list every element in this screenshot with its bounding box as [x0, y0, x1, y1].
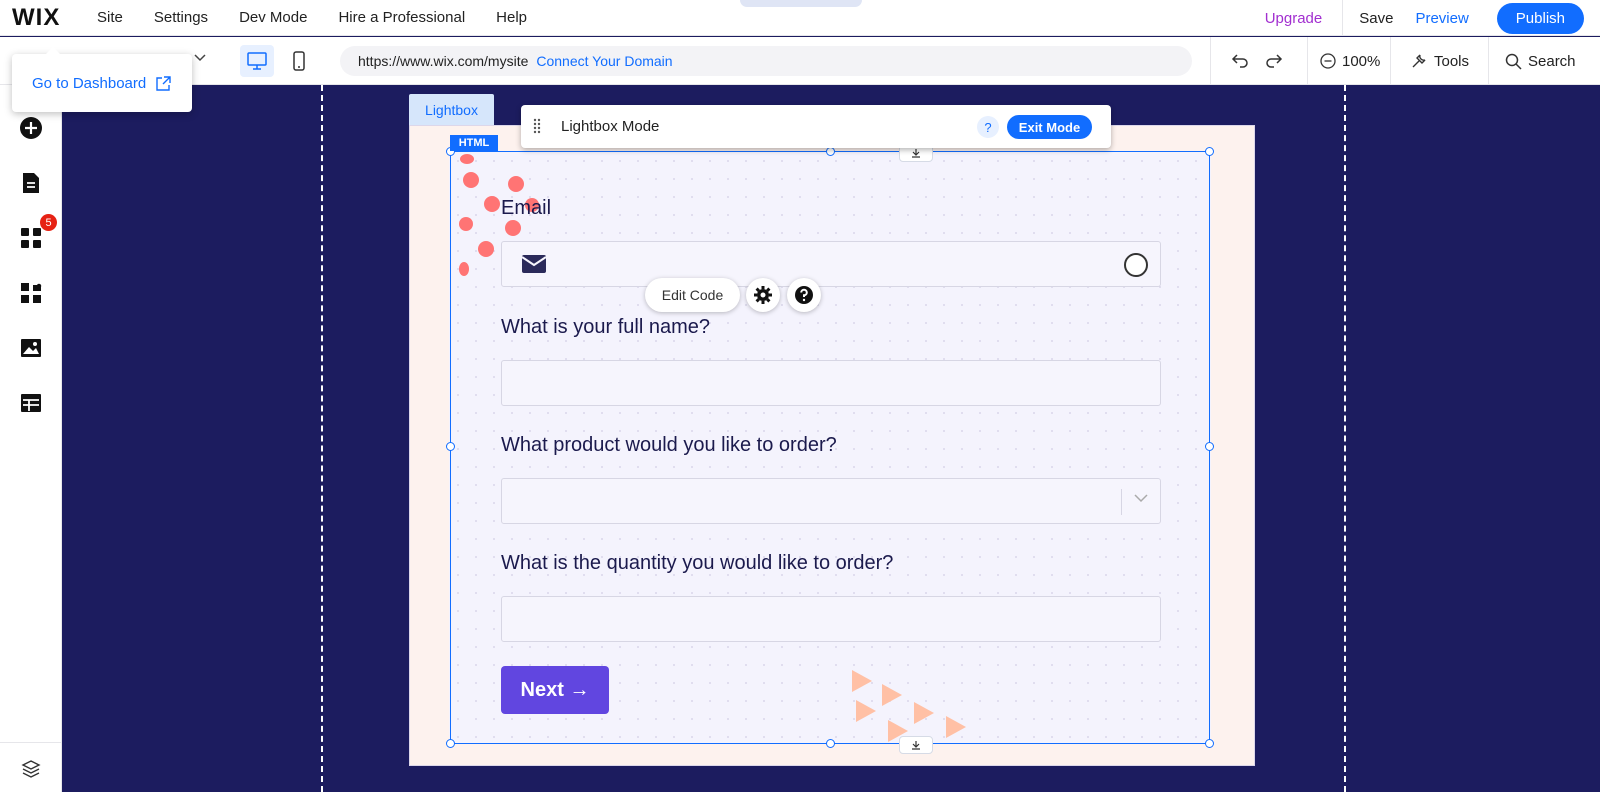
gear-icon [754, 286, 772, 304]
lightbox-mode-title: Lightbox Mode [561, 118, 660, 135]
left-sidebar: 5 [0, 85, 62, 792]
tools-button[interactable]: Tools [1410, 37, 1469, 85]
lightbox-mode-bar: Lightbox Mode ? Exit Mode [521, 105, 1111, 148]
cms-icon[interactable] [19, 391, 43, 415]
page-guide-right [1344, 85, 1346, 792]
page-guide-left [321, 85, 323, 792]
mobile-icon [293, 51, 305, 71]
drag-handle-icon[interactable] [533, 118, 541, 134]
site-url: https://www.wix.com/mysite [358, 53, 529, 69]
mobile-view-button[interactable] [282, 45, 316, 77]
mode-help-button[interactable]: ? [977, 116, 999, 138]
divider [0, 742, 62, 743]
top-menu: Site Settings Dev Mode Hire a Profession… [97, 9, 558, 26]
resize-handle[interactable] [1205, 739, 1214, 748]
search-icon [1505, 53, 1522, 70]
resize-handle[interactable] [446, 442, 455, 451]
resize-handle[interactable] [1205, 442, 1214, 451]
html-element-tag: HTML [450, 135, 498, 151]
upgrade-button[interactable]: Upgrade [1265, 10, 1323, 27]
apps-badge: 5 [40, 214, 57, 231]
email-field[interactable] [501, 241, 1161, 287]
menu-settings[interactable]: Settings [154, 9, 208, 26]
publish-button[interactable]: Publish [1496, 2, 1584, 34]
search-button[interactable]: Search [1505, 37, 1576, 85]
apps-icon[interactable] [19, 226, 43, 250]
top-notch [740, 0, 862, 7]
go-to-dashboard-popover[interactable]: Go to Dashboard [12, 47, 192, 112]
save-button[interactable]: Save [1359, 10, 1393, 27]
mail-icon [522, 255, 546, 273]
resize-handle[interactable] [446, 739, 455, 748]
lightbox-tab[interactable]: Lightbox [409, 94, 494, 126]
search-label: Search [1528, 52, 1576, 70]
add-icon[interactable] [19, 116, 43, 140]
media-icon[interactable] [19, 336, 43, 360]
tools-label: Tools [1434, 52, 1470, 70]
editor-toolbar: https://www.wix.com/mysite Connect Your … [0, 37, 1600, 85]
zoom-out-icon [1320, 53, 1336, 69]
connect-domain-link[interactable]: Connect Your Domain [536, 53, 672, 69]
divider [1342, 0, 1344, 36]
menu-dev-mode[interactable]: Dev Mode [239, 9, 307, 26]
pages-icon[interactable] [19, 171, 43, 195]
download-icon [912, 741, 920, 750]
divider [1488, 37, 1489, 85]
help-button[interactable] [787, 278, 821, 312]
resize-handle[interactable] [826, 739, 835, 748]
zoom-control[interactable]: 100% [1320, 37, 1380, 85]
redo-icon [1266, 54, 1283, 68]
quantity-field[interactable] [501, 596, 1161, 642]
edit-code-button[interactable]: Edit Code [645, 278, 740, 312]
resize-handle[interactable] [1205, 147, 1214, 156]
settings-button[interactable] [746, 278, 780, 312]
email-label: Email [501, 197, 552, 219]
menu-help[interactable]: Help [496, 9, 527, 26]
desktop-icon [247, 52, 267, 70]
go-to-dashboard-label: Go to Dashboard [32, 74, 147, 92]
exit-mode-button[interactable]: Exit Mode [1007, 115, 1092, 139]
menu-site[interactable]: Site [97, 9, 123, 26]
help-icon [795, 286, 813, 304]
full-name-label: What is your full name? [501, 316, 710, 338]
undo-icon [1231, 54, 1248, 68]
external-link-icon [156, 75, 171, 91]
product-select[interactable] [501, 478, 1161, 524]
desktop-view-button[interactable] [240, 45, 274, 77]
extensions-icon[interactable] [19, 281, 43, 305]
preview-button[interactable]: Preview [1415, 10, 1468, 27]
chevron-down-icon [1134, 490, 1148, 506]
tools-icon [1412, 54, 1426, 68]
top-right-actions: Upgrade Save Preview Publish [1265, 0, 1600, 36]
wix-logo[interactable]: WIX [12, 4, 82, 32]
divider [1121, 489, 1122, 515]
menu-hire-professional[interactable]: Hire a Professional [338, 9, 465, 26]
top-bar: WIX Site Settings Dev Mode Hire a Profes… [0, 0, 1600, 36]
download-icon [912, 149, 920, 158]
layers-icon[interactable] [19, 757, 43, 781]
redo-button[interactable] [1265, 37, 1283, 85]
resize-handle[interactable] [826, 147, 835, 156]
chevron-down-icon[interactable] [194, 51, 206, 65]
site-url-bar: https://www.wix.com/mysite Connect Your … [340, 46, 1192, 76]
full-name-field[interactable] [501, 360, 1161, 406]
zoom-level: 100% [1342, 52, 1381, 70]
divider [1307, 37, 1308, 85]
autofill-icon[interactable] [1124, 253, 1148, 277]
quantity-label: What is the quantity you would like to o… [501, 552, 894, 574]
stretch-bottom-button[interactable] [899, 736, 933, 754]
divider [1390, 37, 1391, 85]
product-label: What product would you like to order? [501, 434, 837, 456]
next-button[interactable]: Next → [501, 666, 609, 714]
divider [1210, 37, 1211, 85]
undo-button[interactable] [1231, 37, 1249, 85]
